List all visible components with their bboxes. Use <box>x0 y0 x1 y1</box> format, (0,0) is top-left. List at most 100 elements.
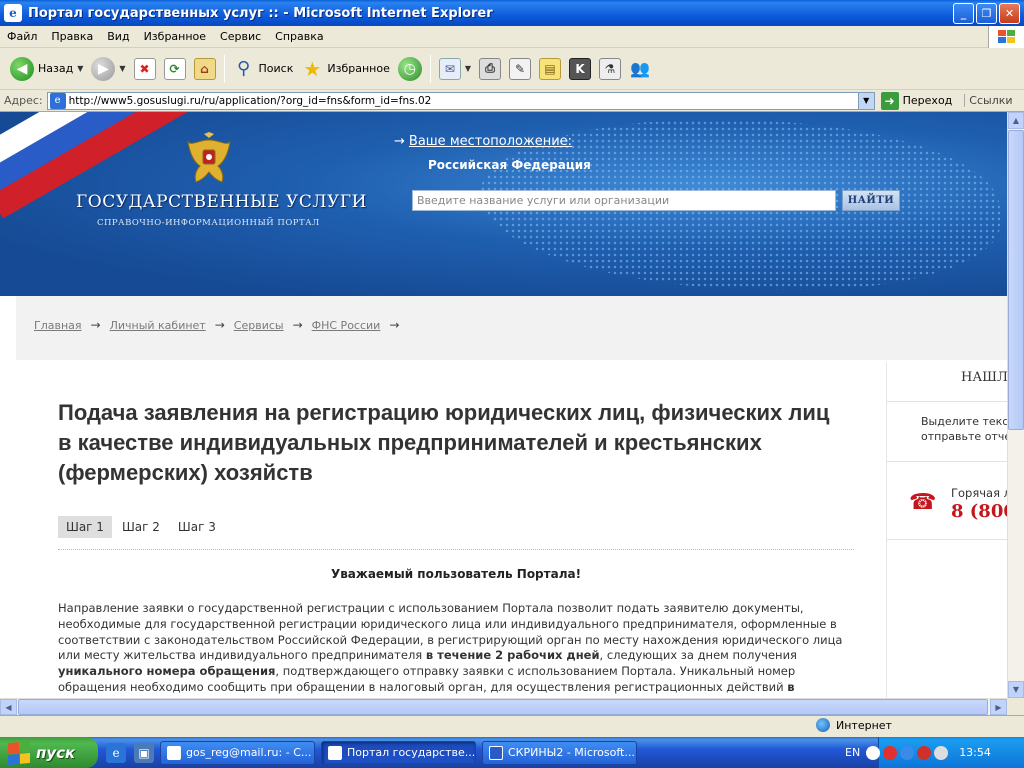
right-sidebar: НАШЛ Выделите текст отправьте отчет ☎ Го… <box>886 362 1007 702</box>
location-link[interactable]: →Ваше местоположение: <box>394 134 572 149</box>
intro-paragraph: Направление заявки о государственной рег… <box>58 601 858 712</box>
forward-dropdown-icon[interactable]: ▼ <box>119 64 125 73</box>
research-button[interactable]: ⚗ <box>595 52 625 86</box>
task-word[interactable]: СКРИНЫ2 - Microsoft... <box>482 741 637 765</box>
search-submit-button[interactable]: НАЙТИ <box>842 190 900 211</box>
menu-bar: Файл Правка Вид Избранное Сервис Справка <box>0 26 1024 48</box>
home-button[interactable]: ⌂ <box>190 52 220 86</box>
site-title[interactable]: ГОСУДАРСТВЕННЫЕ УСЛУГИ <box>76 192 367 212</box>
tray-network-icon[interactable] <box>900 746 914 760</box>
print-button[interactable]: ⎙ <box>475 52 505 86</box>
breadcrumb-fns[interactable]: ФНС России <box>312 319 381 332</box>
phone-icon: ☎ <box>909 490 933 510</box>
menu-file[interactable]: Файл <box>0 30 44 43</box>
scroll-right-icon[interactable]: ▶ <box>990 699 1007 715</box>
close-button[interactable]: ✕ <box>999 3 1020 24</box>
quicklaunch-ie-icon[interactable]: e <box>106 743 126 763</box>
home-icon: ⌂ <box>194 58 216 80</box>
maximize-button[interactable]: ❐ <box>976 3 997 24</box>
edit-icon: ✎ <box>509 58 531 80</box>
toolbar-separator <box>430 55 431 83</box>
site-subtitle: СПРАВОЧНО-ИНФОРМАЦИОННЫЙ ПОРТАЛ <box>97 218 320 228</box>
horizontal-scrollbar[interactable]: ◀ ▶ <box>0 698 1007 715</box>
tray-k-icon[interactable] <box>917 746 931 760</box>
toolbar-separator <box>224 55 225 83</box>
search-label: Поиск <box>259 62 294 75</box>
ie-icon <box>328 746 342 760</box>
history-button[interactable]: ◷ <box>394 52 426 86</box>
tab-step-3[interactable]: Шаг 3 <box>170 516 224 538</box>
go-button[interactable]: ➜ Переход <box>881 92 953 110</box>
clock: 13:54 <box>959 746 991 759</box>
messenger-button[interactable]: 👥 <box>625 52 655 86</box>
zone-label: Интернет <box>836 719 892 732</box>
breadcrumb-services[interactable]: Сервисы <box>234 319 284 332</box>
k-icon: K <box>569 58 591 80</box>
scroll-left-icon[interactable]: ◀ <box>0 699 17 715</box>
quicklaunch-desktop-icon[interactable]: ▣ <box>134 743 154 763</box>
menu-view[interactable]: Вид <box>100 30 136 43</box>
search-input[interactable]: Введите название услуги или организации <box>412 190 836 211</box>
start-button[interactable]: пуск <box>0 737 98 768</box>
messenger-icon: 👥 <box>629 58 651 80</box>
security-zone: Интернет <box>816 718 892 732</box>
refresh-button[interactable]: ⟳ <box>160 52 190 86</box>
intro-bold-text: в течение 2 рабочих дней <box>426 648 600 662</box>
back-button[interactable]: ◀ Назад ▼ <box>6 52 87 86</box>
back-arrow-icon: ◀ <box>10 57 34 81</box>
menu-favorites[interactable]: Избранное <box>137 30 213 43</box>
mail-button[interactable]: ✉ ▼ <box>435 52 475 86</box>
left-margin <box>0 296 16 715</box>
location-value: Российская Федерация <box>428 158 591 172</box>
search-button[interactable]: ⚲ Поиск <box>229 52 298 86</box>
scroll-down-icon[interactable]: ▼ <box>1008 681 1024 698</box>
breadcrumb-cabinet[interactable]: Личный кабинет <box>110 319 206 332</box>
site-header: ГОСУДАРСТВЕННЫЕ УСЛУГИ СПРАВОЧНО-ИНФОРМА… <box>0 112 1007 296</box>
discuss-button[interactable]: ▤ <box>535 52 565 86</box>
breadcrumb-home[interactable]: Главная <box>34 319 82 332</box>
research-icon: ⚗ <box>599 58 621 80</box>
menu-tools[interactable]: Сервис <box>213 30 268 43</box>
minimize-button[interactable]: _ <box>953 3 974 24</box>
menu-help[interactable]: Справка <box>268 30 330 43</box>
scroll-up-icon[interactable]: ▲ <box>1008 112 1024 129</box>
location-link-label: Ваше местоположение: <box>409 134 572 149</box>
task-mail[interactable]: gos_reg@mail.ru: - C... <box>160 741 315 765</box>
mail-dropdown-icon[interactable]: ▼ <box>465 64 471 73</box>
address-input[interactable]: e http://www5.gosuslugi.ru/ru/applicatio… <box>47 92 875 110</box>
forward-button[interactable]: ▶ ▼ <box>87 52 129 86</box>
menu-edit[interactable]: Правка <box>44 30 100 43</box>
tray-volume-icon[interactable] <box>934 746 948 760</box>
horizontal-scroll-thumb[interactable] <box>18 699 988 715</box>
page-icon: e <box>50 93 66 109</box>
back-dropdown-icon[interactable]: ▼ <box>77 64 83 73</box>
ie-icon <box>167 746 181 760</box>
tab-step-1[interactable]: Шаг 1 <box>58 516 112 538</box>
tray-arrow-icon[interactable] <box>866 746 880 760</box>
task-portal-label: Портал государстве... <box>347 746 475 759</box>
window-title-bar[interactable]: e Портал государственных услуг :: - Micr… <box>0 0 1024 26</box>
vertical-scrollbar[interactable]: ▲ ▼ <box>1007 112 1024 698</box>
task-portal[interactable]: Портал государстве... <box>321 741 476 765</box>
favorites-button[interactable]: ★ Избранное <box>297 52 393 86</box>
arrow-right-icon: → <box>293 318 303 332</box>
search-icon: ⚲ <box>233 58 255 80</box>
window-title: Портал государственных услуг :: - Micros… <box>28 6 953 21</box>
coat-of-arms-icon <box>184 132 234 188</box>
edit-button[interactable]: ✎ <box>505 52 535 86</box>
tray-antivirus-icon[interactable] <box>883 746 897 760</box>
tab-step-2[interactable]: Шаг 2 <box>114 516 168 538</box>
taskbar: пуск e ▣ gos_reg@mail.ru: - C... Портал … <box>0 737 1024 768</box>
breadcrumb: Главная → Личный кабинет → Сервисы → ФНС… <box>34 318 408 332</box>
arrow-right-icon: → <box>389 318 399 332</box>
arrow-right-icon: → <box>215 318 225 332</box>
sidebar-report-line: отправьте отчет <box>921 429 1018 444</box>
language-indicator[interactable]: EN <box>845 746 860 759</box>
go-arrow-icon: ➜ <box>881 92 899 110</box>
links-button[interactable]: Ссылки <box>964 94 1012 107</box>
vertical-scroll-thumb[interactable] <box>1008 130 1024 430</box>
step-tabs: Шаг 1 Шаг 2 Шаг 3 <box>58 516 226 538</box>
address-dropdown-icon[interactable]: ▼ <box>858 93 874 109</box>
k-button[interactable]: K <box>565 52 595 86</box>
stop-button[interactable]: ✖ <box>130 52 160 86</box>
